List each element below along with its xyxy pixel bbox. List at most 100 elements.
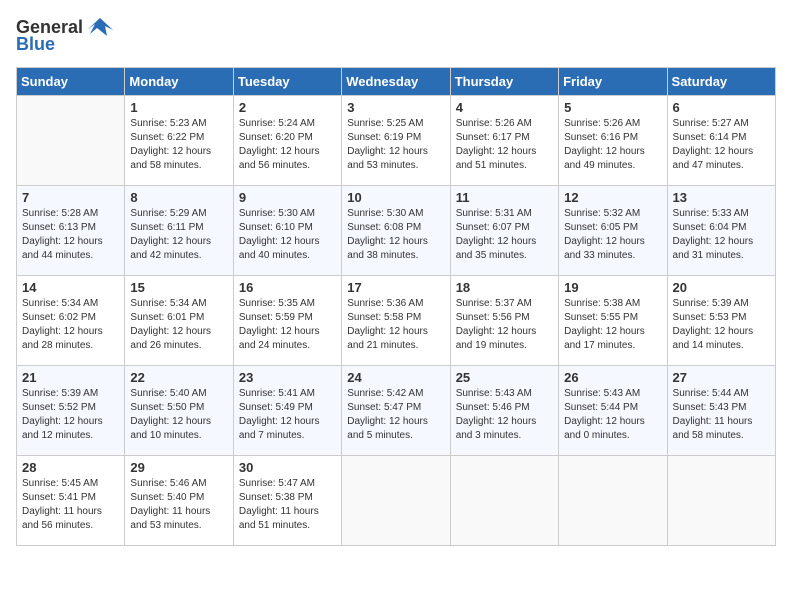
cell-info: Sunrise: 5:38 AMSunset: 5:55 PMDaylight:…	[564, 297, 661, 353]
cell-info: Sunrise: 5:40 AMSunset: 5:50 PMDaylight:…	[130, 387, 227, 443]
day-number: 14	[22, 280, 119, 295]
day-number: 7	[22, 190, 119, 205]
header-cell-thursday: Thursday	[450, 68, 558, 96]
calendar-cell	[342, 456, 450, 546]
calendar-cell	[450, 456, 558, 546]
calendar-cell: 26 Sunrise: 5:43 AMSunset: 5:44 PMDayligh…	[559, 366, 667, 456]
cell-info: Sunrise: 5:29 AMSunset: 6:11 PMDaylight:…	[130, 207, 227, 263]
logo: General Blue	[16, 16, 115, 55]
day-number: 13	[673, 190, 770, 205]
cell-info: Sunrise: 5:35 AMSunset: 5:59 PMDaylight:…	[239, 297, 336, 353]
calendar-cell: 7 Sunrise: 5:28 AMSunset: 6:13 PMDaylight…	[17, 186, 125, 276]
day-number: 1	[130, 100, 227, 115]
day-number: 17	[347, 280, 444, 295]
cell-info: Sunrise: 5:25 AMSunset: 6:19 PMDaylight:…	[347, 117, 444, 173]
cell-info: Sunrise: 5:46 AMSunset: 5:40 PMDaylight:…	[130, 477, 227, 533]
cell-info: Sunrise: 5:45 AMSunset: 5:41 PMDaylight:…	[22, 477, 119, 533]
calendar-cell: 8 Sunrise: 5:29 AMSunset: 6:11 PMDaylight…	[125, 186, 233, 276]
cell-info: Sunrise: 5:34 AMSunset: 6:01 PMDaylight:…	[130, 297, 227, 353]
logo-bird-icon	[85, 16, 115, 38]
calendar-cell: 11 Sunrise: 5:31 AMSunset: 6:07 PMDayligh…	[450, 186, 558, 276]
cell-info: Sunrise: 5:28 AMSunset: 6:13 PMDaylight:…	[22, 207, 119, 263]
calendar-cell	[17, 96, 125, 186]
day-number: 19	[564, 280, 661, 295]
calendar-cell: 13 Sunrise: 5:33 AMSunset: 6:04 PMDayligh…	[667, 186, 775, 276]
day-number: 26	[564, 370, 661, 385]
calendar-cell: 3 Sunrise: 5:25 AMSunset: 6:19 PMDaylight…	[342, 96, 450, 186]
calendar-cell: 2Sunrise: 5:24 AMSunset: 6:20 PMDaylight…	[233, 96, 341, 186]
day-number: 30	[239, 460, 336, 475]
header-cell-sunday: Sunday	[17, 68, 125, 96]
cell-info: Sunrise: 5:26 AMSunset: 6:16 PMDaylight:…	[564, 117, 661, 173]
cell-info: Sunrise: 5:26 AMSunset: 6:17 PMDaylight:…	[456, 117, 553, 173]
day-number: 5	[564, 100, 661, 115]
header-cell-saturday: Saturday	[667, 68, 775, 96]
week-row-2: 7 Sunrise: 5:28 AMSunset: 6:13 PMDaylight…	[17, 186, 776, 276]
calendar-cell: 30 Sunrise: 5:47 AMSunset: 5:38 PMDayligh…	[233, 456, 341, 546]
cell-info: Sunrise: 5:44 AMSunset: 5:43 PMDaylight:…	[673, 387, 770, 443]
cell-info: Sunrise: 5:42 AMSunset: 5:47 PMDaylight:…	[347, 387, 444, 443]
day-number: 27	[673, 370, 770, 385]
cell-info: Sunrise: 5:37 AMSunset: 5:56 PMDaylight:…	[456, 297, 553, 353]
day-number: 9	[239, 190, 336, 205]
calendar-cell	[667, 456, 775, 546]
calendar-cell: 9 Sunrise: 5:30 AMSunset: 6:10 PMDaylight…	[233, 186, 341, 276]
week-row-4: 21 Sunrise: 5:39 AMSunset: 5:52 PMDayligh…	[17, 366, 776, 456]
calendar-cell: 18 Sunrise: 5:37 AMSunset: 5:56 PMDayligh…	[450, 276, 558, 366]
cell-info: Sunrise: 5:31 AMSunset: 6:07 PMDaylight:…	[456, 207, 553, 263]
calendar-cell: 23 Sunrise: 5:41 AMSunset: 5:49 PMDayligh…	[233, 366, 341, 456]
day-number: 10	[347, 190, 444, 205]
cell-info: Sunrise: 5:36 AMSunset: 5:58 PMDaylight:…	[347, 297, 444, 353]
cell-info: Sunrise: 5:32 AMSunset: 6:05 PMDaylight:…	[564, 207, 661, 263]
calendar-cell: 17 Sunrise: 5:36 AMSunset: 5:58 PMDayligh…	[342, 276, 450, 366]
calendar-cell: 24 Sunrise: 5:42 AMSunset: 5:47 PMDayligh…	[342, 366, 450, 456]
day-number: 16	[239, 280, 336, 295]
calendar-cell: 5 Sunrise: 5:26 AMSunset: 6:16 PMDaylight…	[559, 96, 667, 186]
calendar-cell: 21 Sunrise: 5:39 AMSunset: 5:52 PMDayligh…	[17, 366, 125, 456]
day-number: 25	[456, 370, 553, 385]
calendar-cell	[559, 456, 667, 546]
day-number: 4	[456, 100, 553, 115]
week-row-3: 14 Sunrise: 5:34 AMSunset: 6:02 PMDayligh…	[17, 276, 776, 366]
cell-info: Sunrise: 5:34 AMSunset: 6:02 PMDaylight:…	[22, 297, 119, 353]
calendar-cell: 16 Sunrise: 5:35 AMSunset: 5:59 PMDayligh…	[233, 276, 341, 366]
cell-info: Sunrise: 5:39 AMSunset: 5:53 PMDaylight:…	[673, 297, 770, 353]
day-number: 8	[130, 190, 227, 205]
day-number: 29	[130, 460, 227, 475]
calendar-cell: 6Sunrise: 5:27 AMSunset: 6:14 PMDaylight…	[667, 96, 775, 186]
cell-info: Sunrise: 5:43 AMSunset: 5:46 PMDaylight:…	[456, 387, 553, 443]
header-cell-monday: Monday	[125, 68, 233, 96]
day-number: 18	[456, 280, 553, 295]
day-number: 12	[564, 190, 661, 205]
logo-text-blue: Blue	[16, 34, 55, 55]
cell-info: Sunrise: 5:47 AMSunset: 5:38 PMDaylight:…	[239, 477, 336, 533]
cell-info: Sunrise: 5:41 AMSunset: 5:49 PMDaylight:…	[239, 387, 336, 443]
day-number: 11	[456, 190, 553, 205]
cell-info: Sunrise: 5:33 AMSunset: 6:04 PMDaylight:…	[673, 207, 770, 263]
calendar-cell: 29 Sunrise: 5:46 AMSunset: 5:40 PMDayligh…	[125, 456, 233, 546]
week-row-5: 28 Sunrise: 5:45 AMSunset: 5:41 PMDayligh…	[17, 456, 776, 546]
calendar-cell: 27 Sunrise: 5:44 AMSunset: 5:43 PMDayligh…	[667, 366, 775, 456]
day-number: 24	[347, 370, 444, 385]
page-header: General Blue	[16, 16, 776, 55]
calendar-cell: 1 Sunrise: 5:23 AMSunset: 6:22 PMDaylight…	[125, 96, 233, 186]
header-cell-tuesday: Tuesday	[233, 68, 341, 96]
cell-info: Sunrise: 5:23 AMSunset: 6:22 PMDaylight:…	[130, 117, 227, 173]
cell-info: Sunrise: 5:30 AMSunset: 6:10 PMDaylight:…	[239, 207, 336, 263]
day-number: 15	[130, 280, 227, 295]
header-cell-friday: Friday	[559, 68, 667, 96]
cell-info: Sunrise: 5:39 AMSunset: 5:52 PMDaylight:…	[22, 387, 119, 443]
calendar-cell: 20 Sunrise: 5:39 AMSunset: 5:53 PMDayligh…	[667, 276, 775, 366]
calendar-cell: 25 Sunrise: 5:43 AMSunset: 5:46 PMDayligh…	[450, 366, 558, 456]
cell-info: Sunrise: 5:24 AMSunset: 6:20 PMDaylight:…	[239, 117, 336, 173]
cell-info: Sunrise: 5:30 AMSunset: 6:08 PMDaylight:…	[347, 207, 444, 263]
calendar-cell: 12 Sunrise: 5:32 AMSunset: 6:05 PMDayligh…	[559, 186, 667, 276]
day-number: 20	[673, 280, 770, 295]
day-number: 23	[239, 370, 336, 385]
day-number: 6	[673, 100, 770, 115]
day-number: 22	[130, 370, 227, 385]
day-number: 28	[22, 460, 119, 475]
day-number: 21	[22, 370, 119, 385]
cell-info: Sunrise: 5:43 AMSunset: 5:44 PMDaylight:…	[564, 387, 661, 443]
day-number: 3	[347, 100, 444, 115]
